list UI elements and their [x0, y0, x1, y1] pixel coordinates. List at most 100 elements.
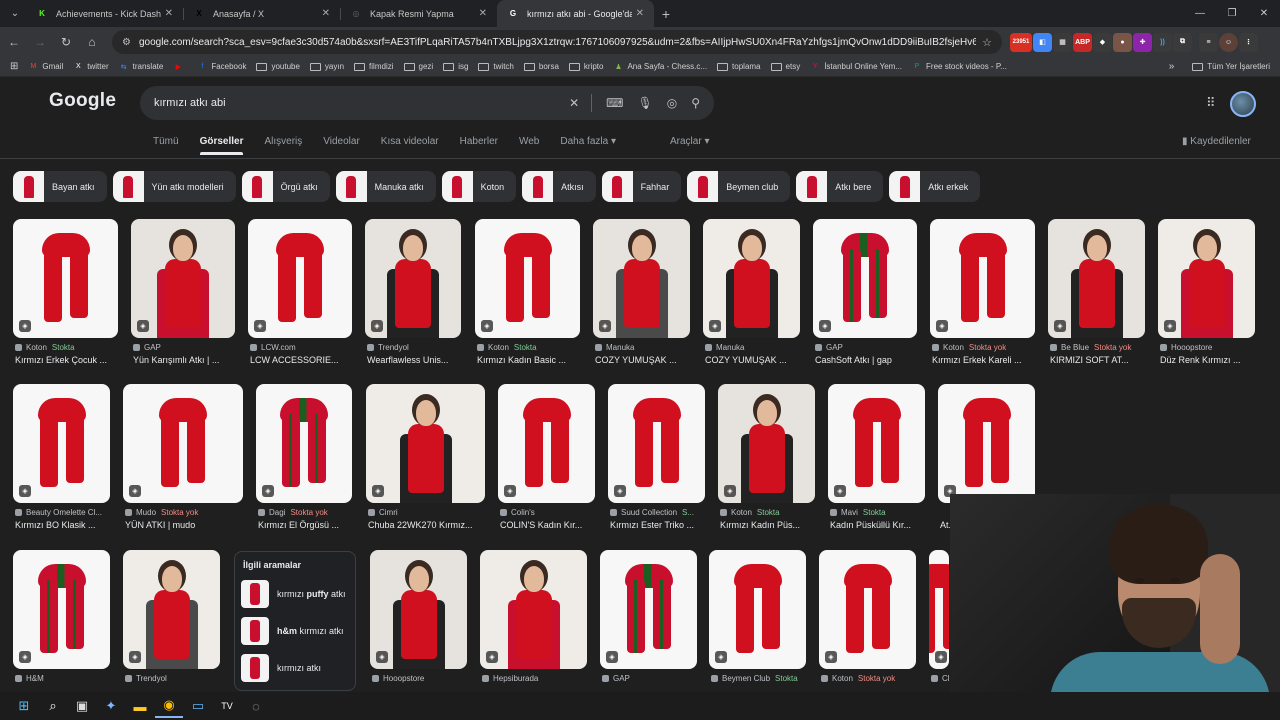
media-control-icon[interactable]: ≡ — [1199, 32, 1218, 52]
browser-tab[interactable]: K Achievements - Kick Dashboard ✕ — [26, 0, 183, 27]
lens-icon[interactable]: ◈ — [935, 651, 947, 663]
lens-icon[interactable]: ◈ — [715, 651, 727, 663]
task-view-icon[interactable]: ▣ — [68, 694, 96, 718]
bookmark-folder[interactable]: yayın — [309, 62, 344, 71]
related-search-item[interactable]: h&m kırmızı atkı — [241, 617, 349, 645]
lens-icon[interactable]: ◈ — [129, 485, 141, 497]
extension-badge[interactable]: 23951 — [1010, 32, 1032, 52]
suggestion-chip[interactable]: Örgü atkı — [241, 171, 330, 202]
more-bookmarks-icon[interactable]: » — [1169, 61, 1175, 72]
clear-icon[interactable]: ✕ — [569, 96, 579, 110]
app-icon[interactable]: ◌ — [242, 694, 270, 718]
suggestion-chip[interactable]: Koton — [441, 171, 517, 202]
result-thumbnail[interactable]: ◈ — [828, 384, 925, 503]
image-result[interactable]: ◈ Trendyol Wearflawless Unis... — [365, 219, 461, 380]
lens-icon[interactable]: ◈ — [1054, 320, 1066, 332]
result-title[interactable]: YÜN ATKI | mudo — [125, 520, 245, 530]
result-thumbnail[interactable]: ◈ — [365, 219, 461, 338]
bookmark-folder[interactable]: youtube — [256, 62, 300, 71]
result-title[interactable]: Düz Renk Kırmızı ... — [1160, 355, 1257, 365]
image-result[interactable]: ◈ Koton Stokta Kırmızı Kadın Püs... — [718, 384, 815, 545]
extension-icon[interactable]: ✚ — [1133, 32, 1152, 52]
result-title[interactable]: COZY YUMUŞAK ... — [705, 355, 802, 365]
tab-1[interactable]: Görseller — [199, 136, 243, 155]
keyboard-icon[interactable]: ⌨ — [606, 96, 623, 110]
result-title[interactable]: Kırmızı Ester Triko ... — [610, 520, 707, 530]
address-bar[interactable]: ⚙ google.com/search?sca_esv=9cfae3c30d57… — [112, 30, 1002, 54]
tab-3[interactable]: Videolar — [323, 136, 360, 147]
search-icon[interactable]: ⌕ — [39, 694, 67, 718]
result-thumbnail[interactable]: ◈ — [13, 550, 110, 669]
bookmark-folder[interactable]: isg — [443, 62, 468, 71]
lens-icon[interactable]: ◈ — [372, 485, 384, 497]
reload-icon[interactable]: ↻ — [54, 30, 78, 54]
image-result[interactable]: ◈ Beauty Omelette Cl... Kırmızı BO Klasik … — [13, 384, 110, 545]
search-box[interactable]: kırmızı atkı abi ✕ ⌨ 🎙 ◎ ⚲ — [140, 86, 714, 120]
file-explorer-icon[interactable]: ▬ — [126, 694, 154, 718]
image-result[interactable]: ◈ Koton Stokta Kırmızı Erkek Çocuk ... — [13, 219, 118, 380]
tab-4[interactable]: Kısa videolar — [381, 136, 439, 147]
image-result[interactable]: ◈ Suud Collection S... Kırmızı Ester Triko … — [608, 384, 705, 545]
lens-icon[interactable]: ◈ — [481, 320, 493, 332]
image-result[interactable]: ◈ Cl... — [929, 550, 951, 692]
result-title[interactable]: Kırmızı BO Klasik ... — [15, 520, 112, 530]
result-thumbnail[interactable]: ◈ — [256, 384, 352, 503]
suggestion-chip[interactable]: Atkı bere — [796, 171, 884, 202]
lens-icon[interactable]: ◈ — [19, 651, 31, 663]
site-info-icon[interactable]: ⚙ — [122, 37, 131, 48]
image-result[interactable]: ◈ Colin's COLIN'S Kadın Kır... — [498, 384, 595, 545]
lens-icon[interactable]: ◈ — [137, 320, 149, 332]
result-thumbnail[interactable]: ◈ — [366, 384, 485, 503]
close-tab-icon[interactable]: ✕ — [322, 8, 330, 19]
lens-icon[interactable]: ◈ — [709, 320, 721, 332]
image-result[interactable]: ◈ Be Blue Stokta yok KIRMIZI SOFT AT... — [1048, 219, 1145, 380]
result-thumbnail[interactable]: ◈ — [703, 219, 800, 338]
image-result[interactable]: ◈ Manuka COZY YUMUŞAK ... — [703, 219, 800, 380]
minimize-icon[interactable]: — — [1184, 0, 1216, 27]
result-thumbnail[interactable]: ◈ — [248, 219, 352, 338]
result-thumbnail[interactable]: ◈ — [709, 550, 806, 669]
tab-5[interactable]: Haberler — [460, 136, 498, 147]
bookmark-item[interactable]: M Gmail — [28, 62, 63, 71]
bookmark-folder[interactable]: borsa — [523, 62, 559, 71]
result-title[interactable]: Kırmızı Erkek Kareli ... — [932, 355, 1037, 365]
bookmark-item[interactable]: f Facebook — [197, 62, 246, 71]
suggestion-chip[interactable]: Manuka atkı — [335, 171, 436, 202]
lens-icon[interactable]: ◈ — [19, 320, 31, 332]
result-thumbnail[interactable]: ◈ — [718, 384, 815, 503]
lens-icon[interactable]: ◈ — [486, 651, 498, 663]
extension-icon[interactable]: )) — [1153, 32, 1172, 52]
result-title[interactable]: Wearflawless Unis... — [367, 355, 463, 365]
image-result[interactable]: ◈ GAP CashSoft Atkı | gap — [813, 219, 917, 380]
lens-icon[interactable]: ◈ — [834, 485, 846, 497]
lens-icon[interactable]: ◈ — [724, 485, 736, 497]
lens-icon[interactable]: ◈ — [819, 320, 831, 332]
lens-icon[interactable]: ◈ — [606, 651, 618, 663]
bookmark-item[interactable]: ♟ Ana Sayfa - Chess.c... — [613, 62, 707, 71]
adblock-icon[interactable]: ABP — [1073, 32, 1092, 52]
result-title[interactable]: Kırmızı El Örgüsü ... — [258, 520, 354, 530]
search-input[interactable]: kırmızı atkı abi — [154, 97, 555, 109]
result-title[interactable]: Chuba 22WK270 Kırmız... — [368, 520, 487, 530]
result-thumbnail[interactable]: ◈ — [813, 219, 917, 338]
bookmark-folder[interactable]: kripto — [568, 62, 603, 71]
close-tab-icon[interactable]: ✕ — [479, 8, 487, 19]
suggestion-chip[interactable]: Atkı erkek — [889, 171, 981, 202]
result-thumbnail[interactable]: ◈ — [480, 550, 587, 669]
suggestion-chip[interactable]: Atkısı — [522, 171, 596, 202]
result-title[interactable]: CashSoft Atkı | gap — [815, 355, 919, 365]
lens-icon[interactable]: ◈ — [254, 320, 266, 332]
result-thumbnail[interactable]: ◈ — [600, 550, 697, 669]
image-result[interactable]: ◈ Koton Stokta yok — [819, 550, 916, 692]
result-title[interactable]: COLIN'S Kadın Kır... — [500, 520, 597, 530]
result-title[interactable]: Kadın Püsküllü Kır... — [830, 520, 927, 530]
bookmark-item[interactable]: ▶ — [173, 62, 187, 71]
image-result[interactable]: ◈ Koton Stokta yok Kırmızı Erkek Kareli ... — [930, 219, 1035, 380]
tab-7[interactable]: Daha fazla ▾ — [560, 136, 616, 147]
bookmark-folder[interactable]: gezi — [403, 62, 433, 71]
extensions-puzzle-icon[interactable]: ⧉ — [1173, 32, 1192, 52]
bookmark-star-icon[interactable]: ☆ — [982, 36, 992, 49]
result-title[interactable]: Yün Karışımlı Atkı | ... — [133, 355, 237, 365]
back-arrow-icon[interactable]: ← — [2, 30, 26, 54]
url-text[interactable]: google.com/search?sca_esv=9cfae3c30d574a… — [139, 37, 976, 48]
